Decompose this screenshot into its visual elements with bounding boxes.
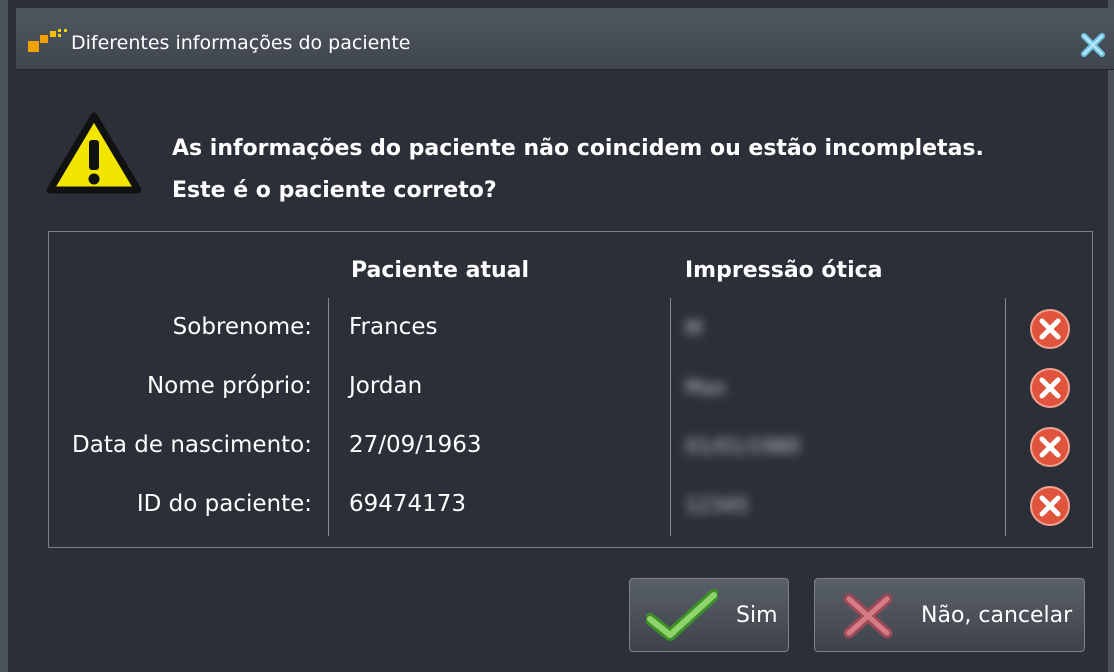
label-surname: Sobrenome: [172, 314, 312, 340]
current-birth-date: 27/09/1963 [349, 432, 482, 458]
message-line-1: As informações do paciente não coincidem… [172, 136, 984, 161]
cancel-button-label: Não, cancelar [921, 603, 1073, 628]
app-logo-icon [28, 29, 67, 52]
optical-first-name: Max [685, 375, 727, 399]
header-optical-impression: Impressão ótica [685, 258, 883, 283]
column-divider [1005, 298, 1006, 536]
column-divider [670, 298, 671, 536]
error-icon [1030, 486, 1070, 526]
error-icon [1030, 309, 1070, 349]
header-current-patient: Paciente atual [351, 258, 530, 283]
close-icon[interactable] [1078, 30, 1108, 60]
yes-button-label: Sim [736, 603, 778, 628]
window-title: Diferentes informações do paciente [71, 32, 411, 54]
yes-button[interactable]: Sim [629, 578, 789, 652]
optical-surname: M [685, 316, 703, 340]
patient-comparison-table: Paciente atual Impressão ótica Sobrenome… [48, 231, 1093, 548]
message-line-2: Este é o paciente correto? [172, 178, 497, 203]
message-text: As informações do paciente não coincidem… [172, 128, 984, 212]
cancel-x-icon [843, 593, 893, 639]
title-bar[interactable]: Diferentes informações do paciente [16, 8, 1114, 70]
optical-birth-date: 01/01/1980 [685, 434, 801, 458]
patient-info-dialog: Diferentes informações do paciente As in… [0, 0, 1114, 672]
column-divider [328, 298, 329, 536]
warning-icon [46, 112, 142, 194]
error-icon [1030, 427, 1070, 467]
label-birth-date: Data de nascimento: [72, 432, 312, 458]
checkmark-icon [646, 589, 718, 641]
current-surname: Frances [349, 314, 438, 340]
error-icon [1030, 368, 1070, 408]
current-patient-id: 69474173 [349, 491, 467, 517]
label-patient-id: ID do paciente: [136, 491, 312, 517]
cancel-button[interactable]: Não, cancelar [814, 578, 1085, 652]
label-first-name: Nome próprio: [146, 373, 312, 399]
current-first-name: Jordan [349, 373, 423, 399]
optical-patient-id: 12345 [685, 493, 749, 517]
